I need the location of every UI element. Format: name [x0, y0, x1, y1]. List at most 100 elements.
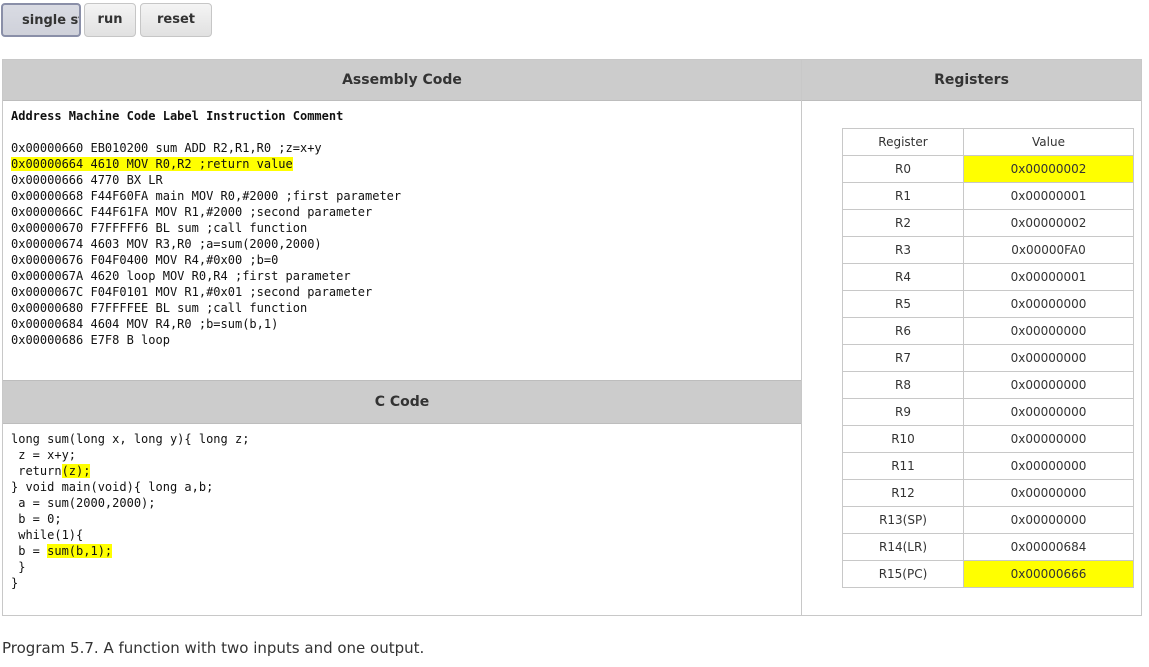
register-row: R0 0x00000002 — [842, 155, 1134, 183]
c-code-line: long sum(long x, long y){ long z; — [11, 431, 249, 447]
assembly-line-text: 0x00000664 4610 MOV R0,R2 ;return value — [11, 157, 293, 171]
assembly-line-text: 0x0000067A 4620 loop MOV R0,R4 ;first pa… — [11, 269, 351, 283]
registers-header: Registers — [802, 60, 1141, 101]
register-column-header: Register — [842, 128, 964, 156]
register-value: 0x00000000 — [963, 290, 1134, 318]
single-step-button[interactable]: single step — [1, 3, 81, 37]
c-code-text: while(1){ — [11, 528, 84, 542]
assembly-line-text: 0x00000674 4603 MOV R3,R0 ;a=sum(2000,20… — [11, 237, 322, 251]
assembly-line-text: 0x0000067C F04F0101 MOV R1,#0x01 ;second… — [11, 285, 373, 299]
assembly-line: 0x00000684 4604 MOV R4,R0 ;b=sum(b,1) — [11, 316, 401, 332]
value-column-header: Value — [963, 128, 1134, 156]
c-code-line: a = sum(2000,2000); — [11, 495, 249, 511]
register-value: 0x00000000 — [963, 344, 1134, 372]
c-code-listing: long sum(long x, long y){ long z; z = x+… — [11, 431, 249, 591]
c-code-text: } — [11, 576, 19, 590]
assembly-line: 0x00000686 E7F8 B loop — [11, 332, 401, 348]
assembly-line: 0x00000680 F7FFFFEE BL sum ;call functio… — [11, 300, 401, 316]
assembly-column-headings: Address Machine Code Label Instruction C… — [11, 109, 344, 123]
register-name: R12 — [842, 479, 964, 507]
run-button[interactable]: run — [84, 3, 136, 37]
assembly-line-text: 0x00000666 4770 BX LR — [11, 173, 163, 187]
register-name: R6 — [842, 317, 964, 345]
assembly-line: 0x0000067C F04F0101 MOV R1,#0x01 ;second… — [11, 284, 401, 300]
register-value: 0x00000FA0 — [963, 236, 1134, 264]
assembly-line-text: 0x00000670 F7FFFFF6 BL sum ;call functio… — [11, 221, 308, 235]
assembly-listing: 0x00000660 EB010200 sum ADD R2,R1,R0 ;z=… — [11, 140, 401, 348]
register-value: 0x00000000 — [963, 479, 1134, 507]
register-row: R12 0x00000000 — [842, 479, 1134, 507]
assembly-line: 0x00000666 4770 BX LR — [11, 172, 401, 188]
register-value: 0x00000000 — [963, 371, 1134, 399]
register-name: R2 — [842, 209, 964, 237]
register-name: R3 — [842, 236, 964, 264]
c-code-text: z = x+y; — [11, 448, 77, 462]
c-code-text: return — [11, 464, 62, 478]
c-code-line: b = sum(b,1); — [11, 543, 249, 559]
register-value: 0x00000000 — [963, 317, 1134, 345]
assembly-code-header: Assembly Code — [3, 60, 801, 101]
register-value: 0x00000000 — [963, 425, 1134, 453]
register-name: R5 — [842, 290, 964, 318]
assembly-line: 0x0000066C F44F61FA MOV R1,#2000 ;second… — [11, 204, 401, 220]
register-name: R7 — [842, 344, 964, 372]
register-row: R8 0x00000000 — [842, 371, 1134, 399]
registers-column: Registers Register Value R0 0x00000002 R1 0… — [802, 60, 1141, 615]
c-code-text: } — [11, 560, 26, 574]
registers-table: Register Value R0 0x00000002 R1 0x00000001 R… — [842, 128, 1134, 588]
c-code-line: return(z); — [11, 463, 249, 479]
c-code-text: } void main(void){ long a,b; — [11, 480, 214, 494]
c-code-highlight: (z); — [61, 464, 91, 478]
c-code-text: b = — [11, 544, 48, 558]
register-row: R5 0x00000000 — [842, 290, 1134, 318]
register-value: 0x00000000 — [963, 452, 1134, 480]
assembly-line-text: 0x00000668 F44F60FA main MOV R0,#2000 ;f… — [11, 189, 402, 203]
register-row: R9 0x00000000 — [842, 398, 1134, 426]
assembly-line: 0x00000670 F7FFFFF6 BL sum ;call functio… — [11, 220, 401, 236]
c-code-text: long sum(long x, long y){ long z; — [11, 432, 250, 446]
register-row: R1 0x00000001 — [842, 182, 1134, 210]
register-row: R14(LR) 0x00000684 — [842, 533, 1134, 561]
c-code-line: b = 0; — [11, 511, 249, 527]
register-value: 0x00000002 — [963, 209, 1134, 237]
assembly-line: 0x0000067A 4620 loop MOV R0,R4 ;first pa… — [11, 268, 401, 284]
c-code-line: } void main(void){ long a,b; — [11, 479, 249, 495]
c-code-text: b = 0; — [11, 512, 62, 526]
register-row: R11 0x00000000 — [842, 452, 1134, 480]
register-row: R15(PC) 0x00000666 — [842, 560, 1134, 588]
register-row: R6 0x00000000 — [842, 317, 1134, 345]
register-name: R8 — [842, 371, 964, 399]
c-code-line: z = x+y; — [11, 447, 249, 463]
assembly-line: 0x00000664 4610 MOV R0,R2 ;return value — [11, 156, 401, 172]
simulator-panel: Assembly Code Address Machine Code Label… — [2, 59, 1142, 616]
assembly-line-text: 0x00000676 F04F0400 MOV R4,#0x00 ;b=0 — [11, 253, 279, 267]
register-value: 0x00000001 — [963, 263, 1134, 291]
assembly-line: 0x00000676 F04F0400 MOV R4,#0x00 ;b=0 — [11, 252, 401, 268]
assembly-line: 0x00000660 EB010200 sum ADD R2,R1,R0 ;z=… — [11, 140, 401, 156]
register-name: R9 — [842, 398, 964, 426]
register-name: R14(LR) — [842, 533, 964, 561]
c-code-line: } — [11, 559, 249, 575]
assembly-line: 0x00000674 4603 MOV R3,R0 ;a=sum(2000,20… — [11, 236, 401, 252]
register-row: R4 0x00000001 — [842, 263, 1134, 291]
register-name: R0 — [842, 155, 964, 183]
assembly-line-text: 0x00000660 EB010200 sum ADD R2,R1,R0 ;z=… — [11, 141, 322, 155]
register-row: R2 0x00000002 — [842, 209, 1134, 237]
register-name: R1 — [842, 182, 964, 210]
assembly-line: 0x00000668 F44F60FA main MOV R0,#2000 ;f… — [11, 188, 401, 204]
register-value: 0x00000666 — [963, 560, 1134, 588]
register-row: R3 0x00000FA0 — [842, 236, 1134, 264]
assembly-line-text: 0x0000066C F44F61FA MOV R1,#2000 ;second… — [11, 205, 373, 219]
c-code-highlight: sum(b,1); — [47, 544, 113, 558]
assembly-line-text: 0x00000686 E7F8 B loop — [11, 333, 170, 347]
register-value: 0x00000000 — [963, 398, 1134, 426]
register-row: R7 0x00000000 — [842, 344, 1134, 372]
registers-table-header-row: Register Value — [842, 128, 1134, 156]
c-code-line: while(1){ — [11, 527, 249, 543]
register-name: R11 — [842, 452, 964, 480]
reset-button[interactable]: reset — [140, 3, 212, 37]
register-value: 0x00000002 — [963, 155, 1134, 183]
register-name: R15(PC) — [842, 560, 964, 588]
c-code-line: } — [11, 575, 249, 591]
register-name: R10 — [842, 425, 964, 453]
